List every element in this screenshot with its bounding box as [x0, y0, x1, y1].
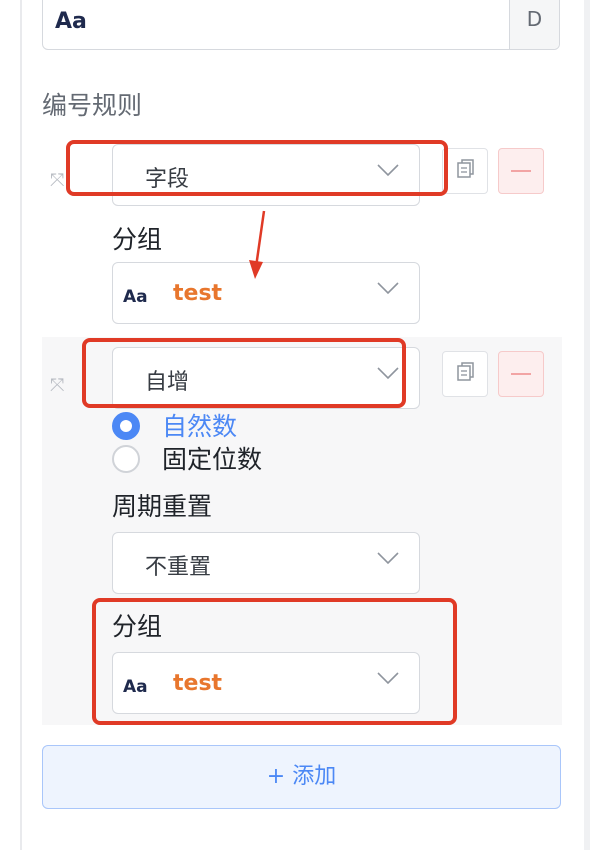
- period-reset-select[interactable]: 不重置: [112, 532, 420, 594]
- copy-icon: [457, 159, 474, 178]
- add-rule-label: 添加: [292, 764, 337, 789]
- text-type-icon: Aa: [55, 9, 87, 34]
- panel-scrollbar-track: [584, 0, 590, 850]
- minus-icon: [511, 373, 531, 375]
- add-rule-button[interactable]: + 添加: [42, 745, 561, 809]
- minus-icon: [511, 170, 531, 172]
- drag-handle-icon[interactable]: ⤧: [50, 170, 64, 191]
- chevron-down-icon: [377, 282, 399, 295]
- copy-rule-button[interactable]: [442, 351, 488, 397]
- radio-natural-number[interactable]: [112, 412, 140, 440]
- radio-label-fixed-digits[interactable]: 固定位数: [162, 440, 262, 476]
- copy-rule-button[interactable]: [442, 148, 488, 194]
- drag-handle-icon[interactable]: ⤧: [50, 375, 64, 396]
- plus-icon: +: [266, 764, 286, 789]
- radio-label-natural-number[interactable]: 自然数: [162, 407, 237, 443]
- copy-icon: [457, 362, 474, 381]
- highlight-box: [82, 338, 406, 408]
- highlight-box: [66, 140, 448, 196]
- remove-rule-button[interactable]: [498, 351, 544, 397]
- highlight-box: [92, 598, 457, 725]
- default-value-input[interactable]: Aa D: [42, 0, 560, 50]
- text-type-icon: Aa: [123, 287, 148, 307]
- input-suffix[interactable]: D: [509, 0, 559, 49]
- chevron-down-icon: [377, 552, 399, 565]
- panel-left-border: [20, 0, 22, 850]
- remove-rule-button[interactable]: [498, 148, 544, 194]
- period-reset-label: 周期重置: [112, 492, 213, 521]
- section-title: 编号规则: [42, 91, 143, 120]
- group-label: 分组: [112, 225, 163, 254]
- annotation-arrow: [249, 210, 266, 279]
- radio-fixed-digits[interactable]: [112, 445, 140, 473]
